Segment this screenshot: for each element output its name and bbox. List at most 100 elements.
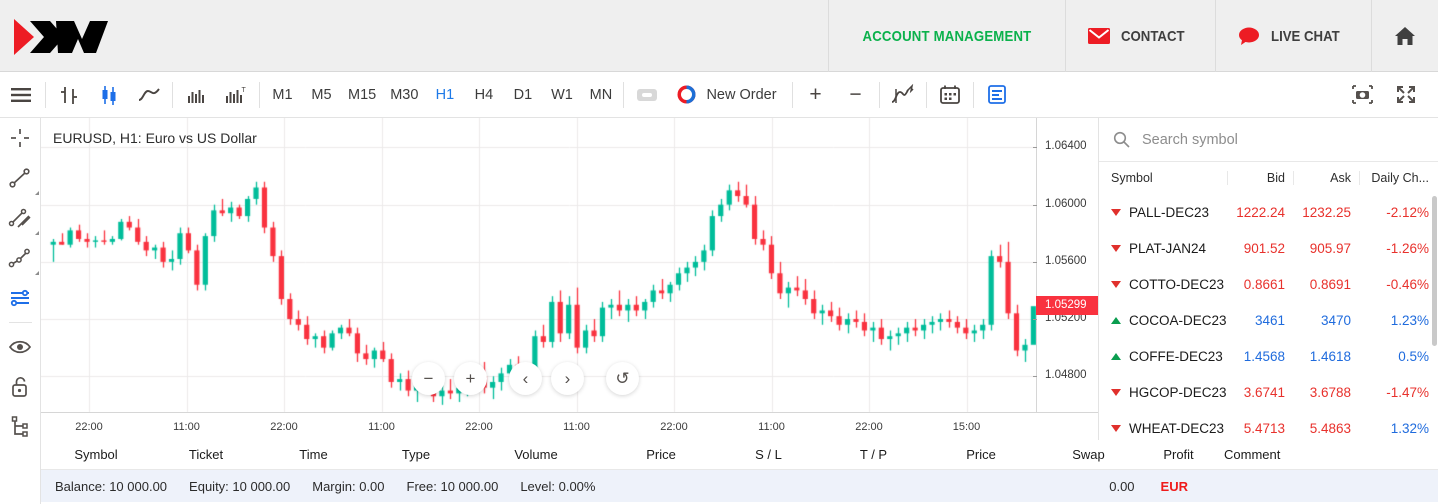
positions-column-price[interactable]: Price: [926, 447, 1036, 462]
xm-logo[interactable]: [0, 0, 200, 71]
search-input[interactable]: [1142, 131, 1402, 148]
margin-label: Margin: 0.00: [312, 478, 385, 494]
top-header: ACCOUNT MANAGEMENT CONTACT LIVE CHAT: [0, 0, 1438, 72]
chart-scroll-left-button[interactable]: ‹: [509, 362, 542, 395]
current-price-tag: 1.05299: [1036, 295, 1099, 315]
toolbar-divider: [925, 81, 927, 108]
time-tick-label: 11:00: [173, 421, 200, 433]
row-ask: 1232.25: [1302, 204, 1351, 220]
chart-zoom-out-button[interactable]: −: [412, 362, 445, 395]
free-margin-label: Free: 10 000.00: [406, 478, 499, 494]
positions-column-profit[interactable]: Profit: [1141, 447, 1216, 462]
row-symbol: WHEAT-DEC23: [1099, 421, 1227, 436]
account-management-label: ACCOUNT MANAGEMENT: [862, 27, 1032, 45]
live-chat-button[interactable]: LIVE CHAT: [1214, 0, 1371, 72]
fullscreen-expand-icon[interactable]: [1384, 72, 1428, 117]
chart-toolbar: T M1 M5 M15 M30 H1 H4 D1 W1 MN New Order: [0, 72, 1438, 118]
objects-list-icon[interactable]: [977, 72, 1017, 117]
time-tick-label: 11:00: [563, 421, 590, 433]
timeframe-m15[interactable]: M15: [341, 72, 383, 117]
row-ask: 0.8691: [1309, 276, 1351, 292]
column-ask[interactable]: Ask: [1293, 171, 1359, 185]
timeframe-h4[interactable]: H4: [464, 72, 503, 117]
bottom-rail-spacer: [0, 440, 41, 504]
home-button[interactable]: [1371, 0, 1438, 72]
timeframe-m5[interactable]: M5: [302, 72, 341, 117]
price-axis[interactable]: 1.06400 1.06000 1.05600 1.05200 1.04800 1.052…: [1033, 118, 1099, 440]
market-watch-row[interactable]: WHEAT-DEC23 5.4713 5.4863 1.32%: [1099, 410, 1438, 440]
positions-column-time[interactable]: Time: [261, 447, 366, 462]
timeframe-w1[interactable]: W1: [542, 72, 581, 117]
timeframe-h1[interactable]: H1: [425, 72, 464, 117]
direction-arrow-icon: [1111, 244, 1121, 252]
time-axis[interactable]: 22:00 11:00 22:00 11:00 22:00 11:00 22:00 11:00…: [41, 412, 1098, 440]
toolbar-divider: [623, 81, 625, 108]
parallel-channel-tool[interactable]: [0, 198, 41, 238]
level-label: Level: 0.00%: [520, 478, 596, 494]
positions-column-swap[interactable]: Swap: [1036, 447, 1141, 462]
volume-icon[interactable]: [176, 72, 216, 117]
market-watch-scrollbar[interactable]: [1432, 196, 1437, 346]
hamburger-menu-icon[interactable]: [0, 72, 42, 117]
positions-column-comment[interactable]: Comment: [1216, 447, 1306, 462]
price-tick: [1033, 261, 1037, 263]
crosshair-tool[interactable]: [0, 118, 41, 158]
indicators-icon[interactable]: [883, 72, 923, 117]
timeframe-d1[interactable]: D1: [503, 72, 542, 117]
timeframe-mn[interactable]: MN: [581, 72, 620, 117]
positions-column-t-p[interactable]: T / P: [821, 447, 926, 462]
time-tick-label: 22:00: [465, 421, 493, 433]
account-management-button[interactable]: ACCOUNT MANAGEMENT: [827, 0, 1065, 72]
envelope-icon: [1087, 28, 1110, 44]
timeframe-m1[interactable]: M1: [263, 72, 302, 117]
chart-reset-button[interactable]: ↺: [606, 362, 639, 395]
zoom-out-button[interactable]: −: [836, 72, 876, 117]
positions-column-volume[interactable]: Volume: [466, 447, 606, 462]
new-order-button[interactable]: New Order: [667, 72, 788, 117]
market-watch-row[interactable]: COFFE-DEC23 1.4568 1.4618 0.5%: [1099, 338, 1438, 374]
candlestick-chart-icon[interactable]: [89, 72, 129, 117]
symbol-search-bar[interactable]: [1099, 118, 1438, 162]
direction-arrow-icon: [1111, 424, 1121, 432]
screenshot-camera-icon[interactable]: [1340, 72, 1384, 117]
positions-column-ticket[interactable]: Ticket: [151, 447, 261, 462]
bar-chart-icon[interactable]: [49, 72, 89, 117]
column-daily-change[interactable]: Daily Ch...: [1359, 171, 1438, 185]
unlock-tool[interactable]: [0, 367, 41, 407]
market-watch-row[interactable]: COCOA-DEC23 3461 3470 1.23%: [1099, 302, 1438, 338]
market-watch-row[interactable]: COTTO-DEC23 0.8661 0.8691 -0.46%: [1099, 266, 1438, 302]
timeframe-m30[interactable]: M30: [383, 72, 425, 117]
time-tick-label: 15:00: [952, 421, 981, 433]
row-bid: 0.8661: [1243, 276, 1285, 292]
row-bid: 901.52: [1243, 240, 1285, 256]
chart-title: EURUSD, H1: Euro vs US Dollar: [53, 130, 257, 146]
column-symbol[interactable]: Symbol: [1099, 171, 1227, 185]
time-tick-label: 22:00: [75, 421, 103, 433]
positions-column-symbol[interactable]: Symbol: [41, 447, 151, 462]
status-right-group: 0.00 EUR: [1109, 479, 1438, 494]
market-watch-row[interactable]: PLAT-JAN24 901.52 905.97 -1.26%: [1099, 230, 1438, 266]
new-order-clock-icon: [677, 85, 696, 104]
market-watch-row[interactable]: PALL-DEC23 1222.24 1232.25 -2.12%: [1099, 194, 1438, 230]
chat-bubble-icon: [1238, 27, 1259, 45]
trend-line-tool[interactable]: [0, 158, 41, 198]
line-chart-icon[interactable]: [129, 72, 169, 117]
time-tick-label: 22:00: [855, 421, 883, 433]
volume-template-icon[interactable]: T: [216, 72, 256, 117]
one-click-trading-icon[interactable]: [627, 72, 667, 117]
positions-column-s-l[interactable]: S / L: [716, 447, 821, 462]
positions-column-price[interactable]: Price: [606, 447, 716, 462]
chart-zoom-in-button[interactable]: +: [454, 362, 487, 395]
contact-button[interactable]: CONTACT: [1064, 0, 1215, 72]
toolbar-divider: [172, 81, 173, 108]
positions-column-type[interactable]: Type: [366, 447, 466, 462]
visibility-eye-tool[interactable]: [0, 327, 41, 367]
market-watch-row[interactable]: HGCOP-DEC23 3.6741 3.6788 -1.47%: [1099, 374, 1438, 410]
time-tick-label: 22:00: [270, 421, 298, 433]
zoom-in-button[interactable]: +: [796, 72, 836, 117]
horizontal-lines-tool[interactable]: [0, 278, 41, 318]
chart-scroll-right-button[interactable]: ›: [551, 362, 584, 395]
column-bid[interactable]: Bid: [1227, 171, 1293, 185]
polyline-tool[interactable]: [0, 238, 41, 278]
calendar-icon[interactable]: [930, 72, 970, 117]
